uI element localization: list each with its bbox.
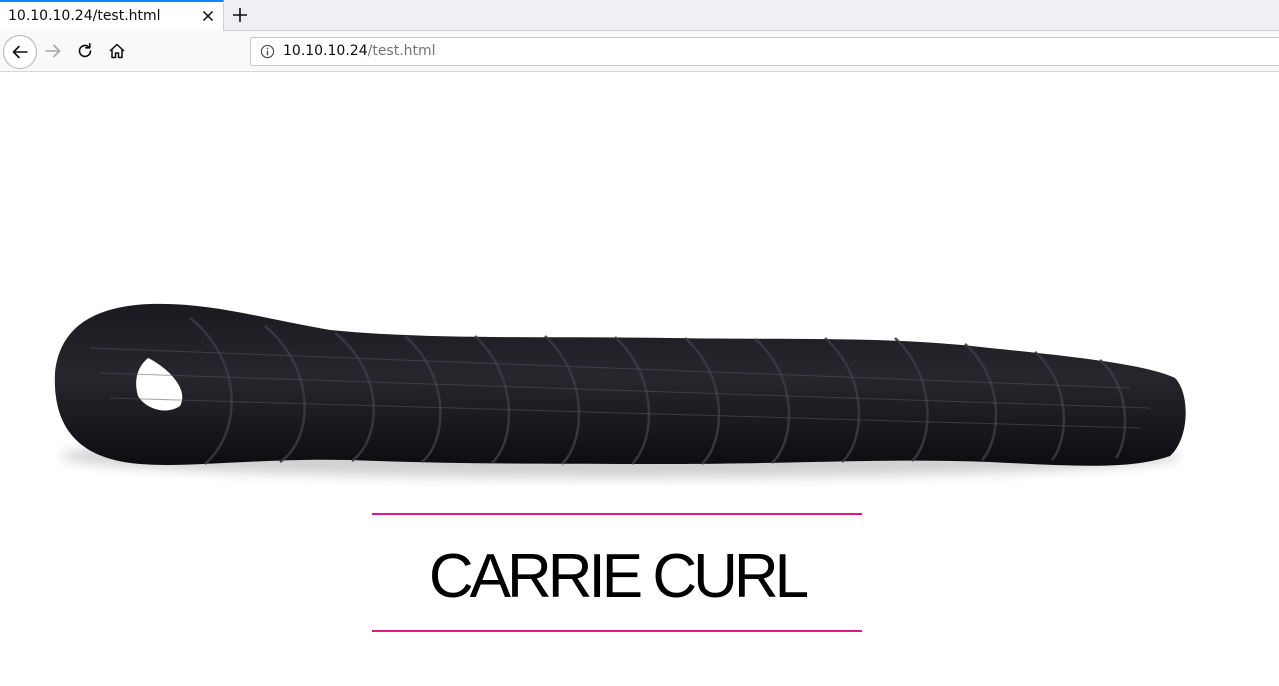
url-path: /test.html — [367, 43, 436, 59]
url-host: 10.10.10.24 — [283, 43, 368, 59]
close-icon[interactable] — [200, 8, 216, 24]
back-arrow-icon — [12, 45, 28, 59]
hair-product-image — [54, 303, 1186, 478]
url-text[interactable]: 10.10.10.24/test.html — [283, 43, 436, 59]
tab-strip: 10.10.10.24/test.html — [0, 0, 1279, 31]
address-bar[interactable]: 10.10.10.24/test.html — [250, 37, 1279, 66]
back-button[interactable] — [3, 35, 37, 69]
reload-icon[interactable] — [76, 42, 94, 60]
page-content: CARRIE CURL — [0, 73, 1279, 686]
forward-arrow-icon[interactable] — [44, 42, 62, 60]
bottom-divider — [372, 630, 862, 632]
tab-active[interactable]: 10.10.10.24/test.html — [0, 0, 224, 31]
navigation-toolbar: 10.10.10.24/test.html — [0, 31, 1279, 72]
product-title: CARRIE CURL — [428, 542, 809, 611]
top-divider — [372, 513, 862, 515]
tab-title: 10.10.10.24/test.html — [8, 8, 161, 24]
home-icon[interactable] — [108, 42, 126, 60]
plus-icon[interactable] — [230, 5, 250, 25]
info-icon[interactable] — [260, 44, 275, 59]
